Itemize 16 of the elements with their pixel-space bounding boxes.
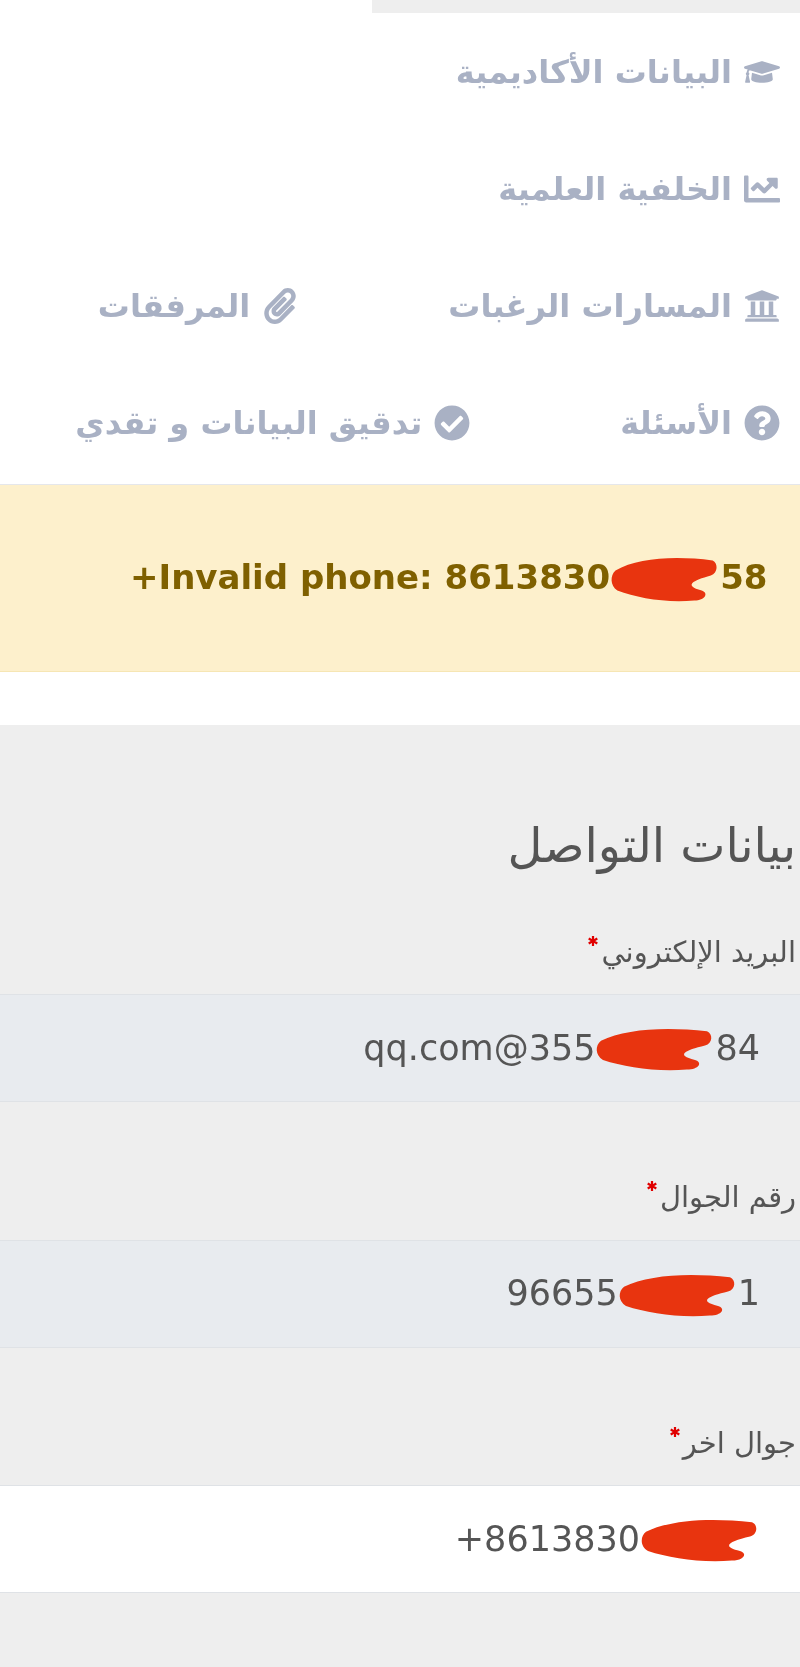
field-label: رقم الجوال	[0, 1176, 800, 1220]
field-label: البريد الإلكتروني	[0, 930, 800, 974]
input-field[interactable]: +8613830	[0, 1485, 800, 1593]
help-icon	[744, 405, 780, 442]
nav-tab[interactable]: تدقيق البيانات و تقدي	[75, 399, 471, 448]
alert-text: 58	[720, 556, 768, 600]
nav-tab[interactable]: المسارات الرغبات	[448, 282, 780, 331]
field-label: جوال اخر	[0, 1421, 800, 1465]
nav-tab[interactable]: الخلفية العلمية	[498, 164, 780, 213]
nav-tab[interactable]: البيانات الأكاديمية	[455, 47, 780, 96]
alert-text: +Invalid phone: 8613830	[130, 556, 611, 600]
nav-tab[interactable]: المرفقات	[97, 282, 299, 331]
section-title: بيانات التواصل	[506, 815, 797, 876]
paperclip-icon	[262, 288, 299, 325]
bank-building-icon	[744, 288, 780, 325]
nav-tab[interactable]: الأسئلة	[620, 399, 780, 448]
